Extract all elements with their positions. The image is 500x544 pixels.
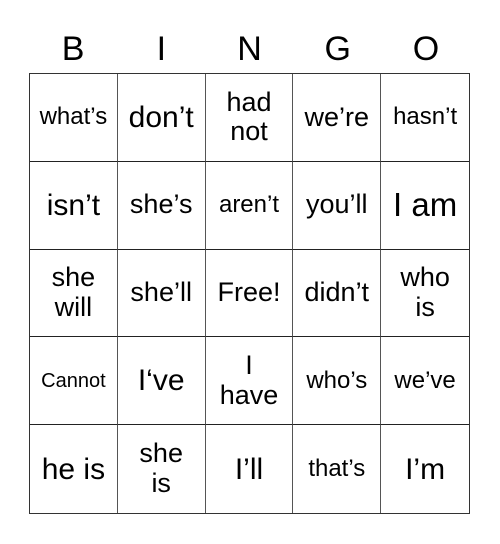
bingo-cell[interactable]: who’s: [293, 337, 382, 426]
bingo-cell[interactable]: I‘ve: [117, 337, 206, 426]
bingo-cell[interactable]: Cannot: [30, 337, 118, 426]
bingo-cell[interactable]: we’ve: [381, 337, 469, 426]
bingo-cell[interactable]: I am: [381, 162, 469, 250]
bingo-cell[interactable]: she’ll: [117, 249, 206, 338]
bingo-cell[interactable]: she is: [118, 425, 206, 513]
bingo-cell[interactable]: who is: [381, 250, 469, 338]
bingo-cell[interactable]: he is: [30, 425, 118, 513]
bingo-cell[interactable]: isn’t: [30, 161, 118, 250]
header-letter-b: B: [61, 30, 85, 68]
bingo-cell[interactable]: we’re: [293, 74, 382, 162]
header-letter-n: N: [237, 30, 262, 68]
header-letter-g: G: [324, 30, 351, 68]
bingo-cell[interactable]: don’t: [117, 74, 206, 162]
bingo-cell[interactable]: that’s: [293, 425, 382, 513]
bingo-cell[interactable]: she will: [30, 249, 118, 338]
bingo-grid: what’s don’t had not we’re hasn’t isn’t she’s a…: [29, 73, 470, 514]
bingo-header: B I N G O: [29, 26, 470, 72]
bingo-cell[interactable]: I’ll: [206, 425, 294, 513]
header-letter-i: I: [156, 30, 167, 68]
bingo-cell[interactable]: she’s: [117, 161, 206, 250]
bingo-cell[interactable]: I’m: [381, 425, 469, 513]
free-space-cell[interactable]: Free!: [205, 249, 294, 338]
bingo-cell[interactable]: you’ll: [293, 161, 382, 250]
bingo-cell[interactable]: hasn’t: [381, 74, 469, 162]
header-letter-o: O: [412, 30, 440, 68]
bingo-cell[interactable]: didn’t: [293, 249, 382, 338]
bingo-cell[interactable]: I have: [205, 337, 294, 426]
bingo-cell[interactable]: had not: [205, 74, 294, 162]
bingo-cell[interactable]: what’s: [30, 74, 118, 162]
bingo-cell[interactable]: aren’t: [205, 161, 294, 250]
